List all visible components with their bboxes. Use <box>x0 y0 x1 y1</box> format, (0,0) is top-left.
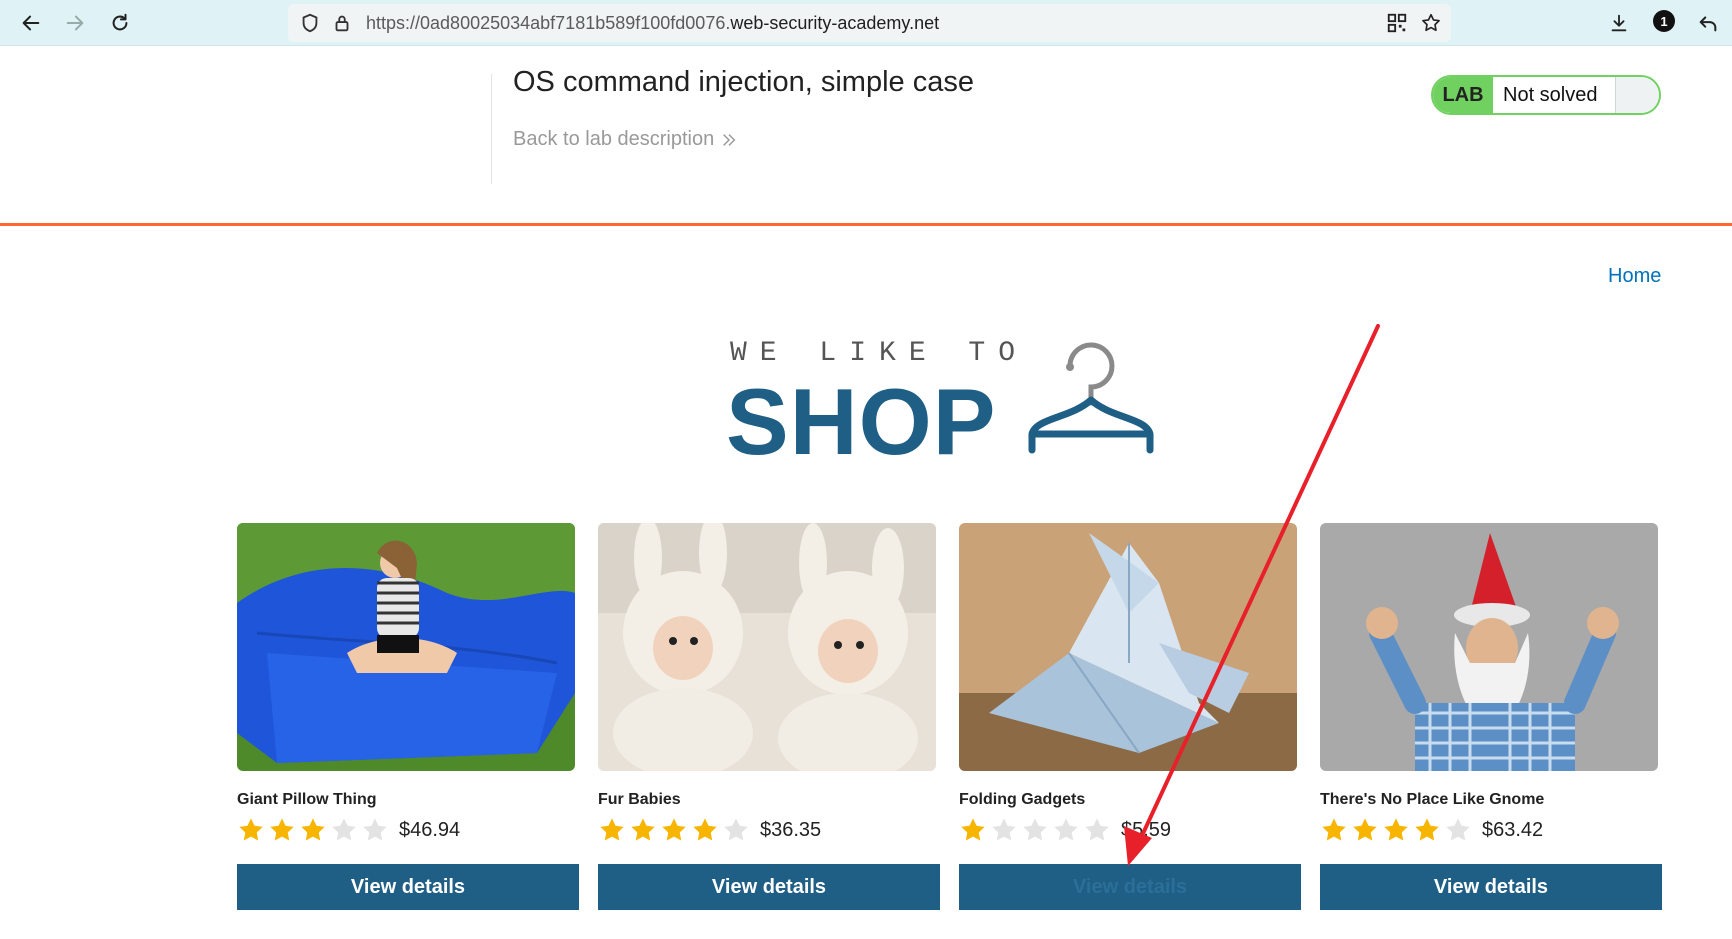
header-divider <box>491 74 492 184</box>
download-icon[interactable] <box>1604 8 1634 38</box>
star-filled-icon <box>693 818 717 841</box>
star-filled-icon <box>631 818 655 841</box>
star-empty-icon <box>363 818 387 841</box>
logo-tagline: WE LIKE TO <box>730 338 1029 369</box>
product-card: Fur Babies $36.35 View details <box>598 523 940 910</box>
view-details-button[interactable]: View details <box>598 864 940 910</box>
product-meta: $63.42 <box>1320 815 1658 845</box>
shop-logo: WE LIKE TO SHOP <box>726 338 1166 474</box>
lock-icon[interactable] <box>330 11 354 35</box>
star-filled-icon <box>1322 818 1346 841</box>
star-filled-icon <box>1415 818 1439 841</box>
star-filled-icon <box>662 818 686 841</box>
reload-icon[interactable] <box>105 8 135 38</box>
star-rating <box>1320 816 1472 844</box>
product-image-folding-gadgets[interactable] <box>959 523 1297 771</box>
bookmark-star-icon[interactable] <box>1419 11 1443 35</box>
lab-header: OS command injection, simple case Back t… <box>0 46 1732 226</box>
lab-tag: LAB <box>1433 77 1493 113</box>
star-empty-icon <box>332 818 356 841</box>
home-link[interactable]: Home <box>1608 265 1661 288</box>
view-details-button[interactable]: View details <box>1320 864 1662 910</box>
double-chevron-right-icon <box>723 133 736 146</box>
lab-status-text: Not solved <box>1503 83 1598 106</box>
star-filled-icon <box>301 818 325 841</box>
product-image-giant-pillow[interactable] <box>237 523 575 771</box>
lab-status-toggle[interactable] <box>1615 77 1659 113</box>
url-text[interactable]: https://0ad80025034abf7181b589f100fd0076… <box>366 13 939 34</box>
product-meta: $5.59 <box>959 815 1297 845</box>
star-empty-icon <box>724 818 748 841</box>
back-arrow-icon[interactable] <box>16 8 46 38</box>
product-card: Folding Gadgets $5.59 View details <box>959 523 1301 910</box>
clothes-hanger-icon <box>1028 342 1154 454</box>
product-price: $63.42 <box>1482 818 1544 841</box>
product-image-gnome[interactable] <box>1320 523 1658 771</box>
view-details-label: View details <box>1072 875 1188 898</box>
star-filled-icon <box>270 818 294 841</box>
star-rating <box>959 816 1111 844</box>
back-to-lab-link[interactable]: Back to lab description <box>513 128 738 151</box>
product-price: $46.94 <box>399 818 461 841</box>
product-price: $36.35 <box>760 818 822 841</box>
star-rating <box>598 816 750 844</box>
star-filled-icon <box>1353 818 1377 841</box>
forward-arrow-icon[interactable] <box>60 8 90 38</box>
product-meta: $46.94 <box>237 815 575 845</box>
extension-badge[interactable]: 1 <box>1653 10 1675 32</box>
back-link-label: Back to lab description <box>513 128 715 150</box>
product-name: Giant Pillow Thing <box>237 791 377 808</box>
shield-icon[interactable] <box>298 11 322 35</box>
star-filled-icon <box>961 818 985 841</box>
qr-code-icon[interactable] <box>1385 11 1409 35</box>
star-empty-icon <box>1054 818 1078 841</box>
logo-shop-text: SHOP <box>726 369 997 474</box>
lab-status-widget: LAB Not solved <box>1431 75 1661 115</box>
star-empty-icon <box>1085 818 1109 841</box>
product-name: Folding Gadgets <box>959 791 1086 808</box>
star-empty-icon <box>1023 818 1047 841</box>
product-image-fur-babies[interactable] <box>598 523 936 771</box>
product-meta: $36.35 <box>598 815 936 845</box>
view-details-button[interactable]: View details <box>237 864 579 910</box>
star-filled-icon <box>1384 818 1408 841</box>
product-card: Giant Pillow Thing $46.94 View details <box>237 523 579 910</box>
star-filled-icon <box>239 818 263 841</box>
star-empty-icon <box>992 818 1016 841</box>
star-rating <box>237 816 389 844</box>
star-empty-icon <box>1446 818 1470 841</box>
star-filled-icon <box>600 818 624 841</box>
product-name: Fur Babies <box>598 791 681 808</box>
product-price: $5.59 <box>1121 818 1172 841</box>
address-bar[interactable]: https://0ad80025034abf7181b589f100fd0076… <box>288 4 1451 42</box>
lab-title: OS command injection, simple case <box>513 66 974 98</box>
undo-arrow-icon[interactable] <box>1693 8 1723 38</box>
product-card: There's No Place Like Gnome $63.42 View … <box>1320 523 1662 910</box>
view-details-button[interactable]: View details <box>959 864 1301 910</box>
browser-toolbar: https://0ad80025034abf7181b589f100fd0076… <box>0 0 1732 46</box>
product-name: There's No Place Like Gnome <box>1320 791 1545 808</box>
